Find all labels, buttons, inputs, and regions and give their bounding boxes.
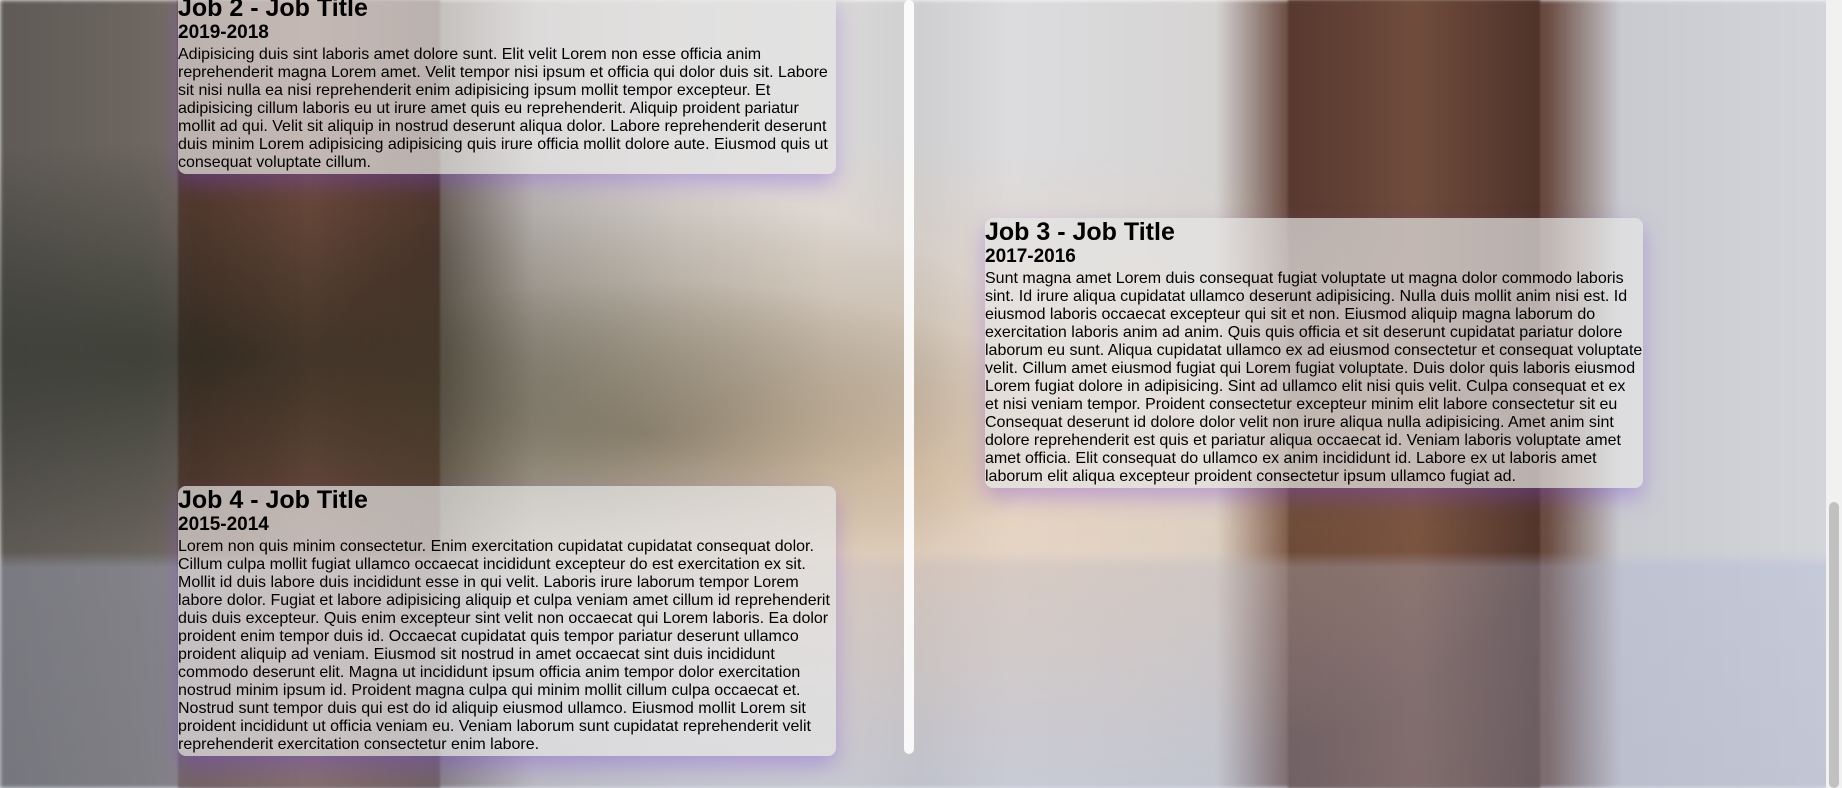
job-years: 2019-2018 [178, 22, 269, 43]
job-description: Sunt magna amet Lorem duis consequat fug… [985, 270, 1643, 485]
job-years: 2015-2014 [178, 514, 269, 535]
timeline-line [904, 0, 914, 754]
timeline-card-job-4: Job 4 - Job Title 2015-2014 Lorem non qu… [178, 486, 836, 756]
timeline-card-job-2: Job 2 - Job Title 2019-2018 Adipisicing … [178, 0, 836, 174]
job-title: Job 3 - Job Title [985, 218, 1175, 246]
job-title: Job 4 - Job Title [178, 486, 368, 514]
timeline-card-job-3: Job 3 - Job Title 2017-2016 Sunt magna a… [985, 218, 1643, 488]
job-title: Job 2 - Job Title [178, 0, 368, 22]
job-description: Adipisicing duis sint laboris amet dolor… [178, 46, 828, 171]
job-years: 2017-2016 [985, 246, 1076, 267]
scrollbar-thumb[interactable] [1829, 502, 1839, 788]
job-description: Lorem non quis minim consectetur. Enim e… [178, 538, 830, 753]
page-scrollbar[interactable] [1826, 0, 1842, 788]
